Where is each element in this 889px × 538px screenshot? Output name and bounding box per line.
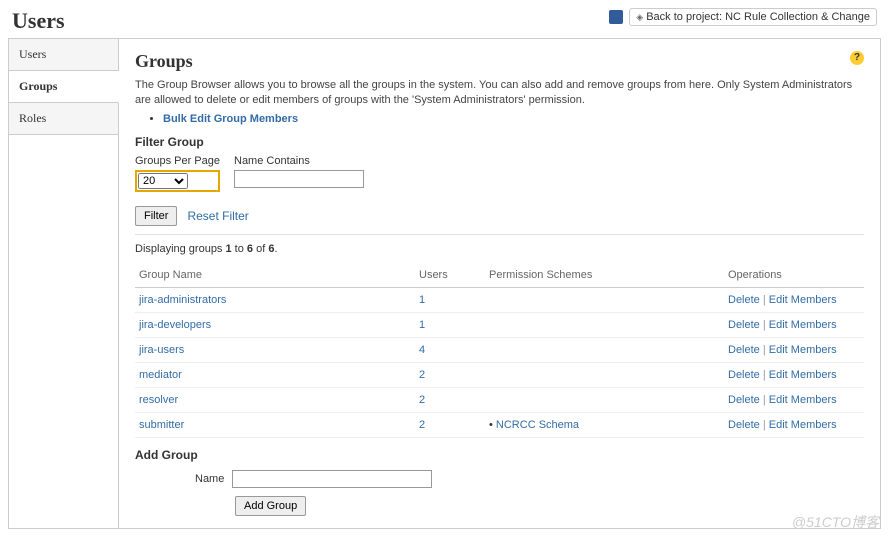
section-title: Groups <box>135 51 864 72</box>
add-group-name-label: Name <box>195 473 224 485</box>
delete-link[interactable]: Delete <box>728 344 760 356</box>
sidebar: Users Groups Roles <box>8 38 118 529</box>
table-row: jira-developers1Delete | Edit Members <box>135 312 864 337</box>
edit-members-link[interactable]: Edit Members <box>769 344 837 356</box>
col-users: Users <box>415 263 485 288</box>
name-contains-label: Name Contains <box>234 155 364 167</box>
reset-filter-link[interactable]: Reset Filter <box>187 209 248 223</box>
table-row: mediator2Delete | Edit Members <box>135 362 864 387</box>
delete-link[interactable]: Delete <box>728 419 760 431</box>
group-name-link[interactable]: jira-administrators <box>139 294 226 306</box>
scheme-link[interactable]: NCRCC Schema <box>496 419 579 431</box>
watermark: @51CTO博客 <box>792 512 879 532</box>
groups-per-page-label: Groups Per Page <box>135 155 220 167</box>
group-users-link[interactable]: 4 <box>419 344 425 356</box>
group-name-link[interactable]: jira-users <box>139 344 184 356</box>
filter-heading: Filter Group <box>135 135 864 149</box>
filter-button[interactable]: Filter <box>135 206 177 226</box>
edit-members-link[interactable]: Edit Members <box>769 319 837 331</box>
table-row: resolver2Delete | Edit Members <box>135 387 864 412</box>
group-name-link[interactable]: submitter <box>139 419 184 431</box>
group-users-link[interactable]: 2 <box>419 419 425 431</box>
col-group-name: Group Name <box>135 263 415 288</box>
content-panel: ? Groups The Group Browser allows you to… <box>118 38 881 529</box>
group-users-link[interactable]: 1 <box>419 319 425 331</box>
section-description: The Group Browser allows you to browse a… <box>135 78 864 109</box>
add-group-heading: Add Group <box>135 448 864 462</box>
group-name-link[interactable]: mediator <box>139 369 182 381</box>
group-users-link[interactable]: 2 <box>419 394 425 406</box>
edit-members-link[interactable]: Edit Members <box>769 369 837 381</box>
table-row: submitter2NCRCC SchemaDelete | Edit Memb… <box>135 412 864 437</box>
delete-link[interactable]: Delete <box>728 394 760 406</box>
group-name-link[interactable]: jira-developers <box>139 319 211 331</box>
group-name-link[interactable]: resolver <box>139 394 178 406</box>
bulk-edit-link[interactable]: Bulk Edit Group Members <box>163 113 298 125</box>
sidebar-tab-groups[interactable]: Groups <box>9 71 119 103</box>
display-count-msg: Displaying groups 1 to 6 of 6. <box>135 243 864 255</box>
sidebar-tab-roles[interactable]: Roles <box>9 103 118 135</box>
help-icon[interactable]: ? <box>850 51 864 65</box>
table-row: jira-administrators1Delete | Edit Member… <box>135 287 864 312</box>
delete-link[interactable]: Delete <box>728 294 760 306</box>
back-to-project-link[interactable]: ◈ Back to project: NC Rule Collection & … <box>629 8 877 26</box>
group-users-link[interactable]: 1 <box>419 294 425 306</box>
name-contains-input[interactable] <box>234 170 364 188</box>
table-row: jira-users4Delete | Edit Members <box>135 337 864 362</box>
delete-link[interactable]: Delete <box>728 319 760 331</box>
back-arrow-icon: ◈ <box>636 12 643 23</box>
edit-members-link[interactable]: Edit Members <box>769 394 837 406</box>
groups-table: Group Name Users Permission Schemes Oper… <box>135 263 864 438</box>
page-title: Users <box>12 8 65 34</box>
sidebar-tab-users[interactable]: Users <box>9 39 118 71</box>
group-users-link[interactable]: 2 <box>419 369 425 381</box>
groups-per-page-select[interactable]: 20 <box>138 173 188 189</box>
add-group-name-input[interactable] <box>232 470 432 488</box>
notification-icon[interactable] <box>609 10 623 24</box>
delete-link[interactable]: Delete <box>728 369 760 381</box>
back-link-text: Back to project: NC Rule Collection & Ch… <box>646 11 870 23</box>
add-group-button[interactable]: Add Group <box>235 496 306 516</box>
edit-members-link[interactable]: Edit Members <box>769 294 837 306</box>
col-permission-schemes: Permission Schemes <box>485 263 724 288</box>
edit-members-link[interactable]: Edit Members <box>769 419 837 431</box>
col-operations: Operations <box>724 263 864 288</box>
